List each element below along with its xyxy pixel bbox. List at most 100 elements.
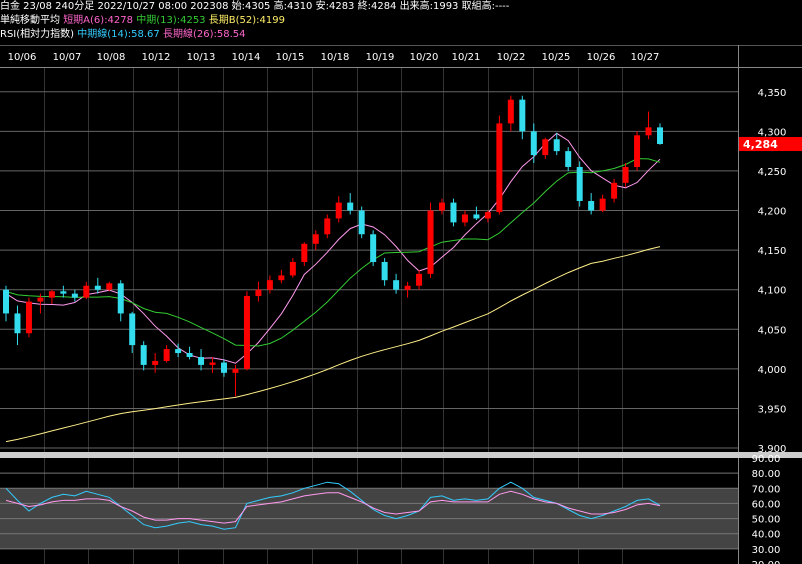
candle-body [622, 166, 629, 183]
candle-body [461, 214, 468, 223]
candle-body [404, 285, 411, 290]
rsi-tick-label: 40.00 [752, 530, 781, 541]
candle-body [335, 202, 342, 219]
symbol-info-text: 白金 23/08 240分足 2022/10/27 08:00 202308 始… [0, 1, 510, 12]
candle-body [473, 214, 480, 219]
ma-short-line [5, 132, 661, 364]
panel-separator [0, 452, 802, 458]
candle-body [381, 261, 388, 281]
candle-body [37, 297, 44, 302]
candle-body [484, 212, 491, 219]
candle-body [576, 166, 583, 202]
candle-body [588, 201, 595, 211]
price-tick-label: 4,050 [758, 325, 787, 336]
date-label: 10/15 [276, 52, 305, 63]
date-label: 10/26 [587, 52, 616, 63]
candle-body [266, 280, 273, 290]
candle-body [198, 356, 205, 365]
rsi-panel [0, 472, 738, 550]
candle-body [129, 313, 136, 346]
rsi-tick-label: 80.00 [752, 469, 781, 480]
ma-mid-line [5, 158, 661, 347]
candle-body [358, 210, 365, 235]
candle-body [634, 135, 641, 167]
candle-body [117, 283, 124, 314]
candle-body [312, 234, 319, 244]
date-label: 10/27 [631, 52, 660, 63]
candle-body [347, 202, 354, 211]
candle-body [94, 285, 101, 290]
candle-body [289, 261, 296, 276]
candle-body [140, 345, 147, 365]
candle-body [301, 243, 308, 262]
rsi-tick-label: 20.00 [752, 560, 781, 564]
price-tick-label: 4,150 [758, 246, 787, 257]
date-label: 10/18 [321, 52, 350, 63]
candle-body [186, 353, 193, 357]
candle-body [393, 280, 400, 290]
candle-body [175, 349, 182, 354]
candle-body [48, 291, 55, 298]
candle-body [106, 283, 113, 290]
price-tick-label: 4,250 [758, 167, 787, 178]
price-tick-label: 3,950 [758, 404, 787, 415]
candle-body [14, 313, 21, 334]
rsi-tick-label: 70.00 [752, 484, 781, 495]
date-label: 10/14 [232, 52, 261, 63]
candle-body [3, 289, 9, 314]
candle-body [450, 202, 457, 223]
date-label: 10/07 [53, 52, 82, 63]
candle-body [565, 151, 572, 167]
candle-body [427, 210, 434, 274]
ma-legend-title: 単純移動平均 [0, 15, 60, 26]
candle-body [71, 293, 78, 298]
ma-short-label: 短期A(6):4278 [63, 15, 134, 26]
date-label: 10/22 [497, 52, 526, 63]
rsi-legend-title: RSI(相対力指数) [0, 29, 75, 40]
ma-mid-label: 中期(13):4253 [136, 15, 206, 26]
candle-body [83, 285, 90, 298]
candle-body [324, 218, 331, 235]
candle-body [645, 127, 652, 136]
candle-body [152, 360, 159, 365]
date-label: 10/20 [410, 52, 439, 63]
date-label: 10/21 [452, 52, 481, 63]
date-label: 10/19 [366, 52, 395, 63]
ma-long-line [5, 246, 661, 443]
rsi-legend: RSI(相対力指数) 中期線(14):58.67 長期線(26):58.54 [0, 28, 246, 42]
candle-body [243, 296, 250, 369]
price-tick-label: 4,200 [758, 207, 787, 218]
candle-body [163, 349, 170, 361]
rsi-tick-label: 90.00 [752, 454, 781, 465]
candle-body [519, 99, 526, 132]
last-price-label: 4,284 [743, 138, 778, 151]
candle-body [599, 198, 606, 211]
candle-body [221, 362, 227, 373]
moving-averages [5, 132, 661, 443]
candle-body [209, 362, 216, 365]
price-chart: 10/06 10/07 10/08 10/12 10/13 10/14 10/15 10/18… [0, 45, 802, 564]
candle-body [416, 273, 423, 286]
ma-long-label: 長期B(52):4199 [208, 15, 285, 26]
candle-body [530, 131, 537, 156]
rsi-mid-label: 中期線(14):58.67 [77, 29, 160, 40]
candle-body [553, 139, 560, 152]
candle-body [507, 99, 514, 124]
date-label: 10/08 [97, 52, 126, 63]
rsi-tick-label: 30.00 [752, 545, 781, 556]
candle-body [60, 291, 67, 294]
rsi-long-label: 長期線(26):58.54 [162, 29, 246, 40]
rsi-tick-label: 50.00 [752, 515, 781, 526]
candle-body [542, 139, 549, 156]
candle-body [25, 301, 32, 334]
candle-body [496, 123, 503, 213]
date-label: 10/12 [142, 52, 171, 63]
price-tick-label: 4,100 [758, 286, 787, 297]
date-label: 10/06 [8, 52, 37, 63]
price-tick-label: 4,350 [758, 88, 787, 99]
candle-body [439, 202, 445, 211]
candle-body [611, 182, 618, 199]
candle-body [657, 127, 663, 145]
symbol-info: 白金 23/08 240分足 2022/10/27 08:00 202308 始… [0, 0, 509, 14]
date-label: 10/13 [187, 52, 216, 63]
